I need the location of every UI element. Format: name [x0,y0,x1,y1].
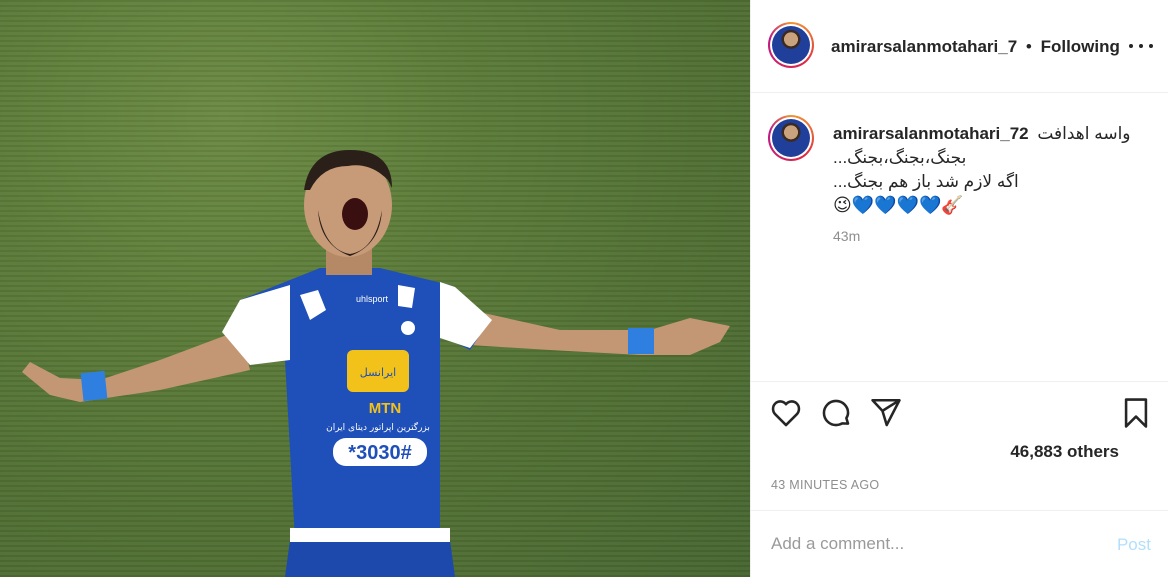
author-username[interactable]: amirarsalanmotahari_7 [831,37,1017,56]
caption-line-3: ...اگه لازم شد باز هم بجنگ [833,172,1019,191]
author-line: amirarsalanmotahari_7 • Following [831,37,1120,57]
comment-bubble-icon[interactable] [819,396,853,430]
jersey-sponsor-top: ایرانسل [360,366,396,379]
comment-input[interactable] [771,533,1091,555]
comment-bar: Post [751,510,1168,577]
jersey-sponsor-sub: بزرگترین اپراتور دیتای ایران [326,421,430,433]
more-options-icon[interactable] [1129,36,1153,56]
post-header: amirarsalanmotahari_7 • Following [751,0,1168,93]
caption-username[interactable]: amirarsalanmotahari_72 [833,124,1029,143]
caption-line-2: ...بجنگ،بجنگ،بجنگ [833,148,967,167]
jersey-sponsor-mtn: MTN [369,400,402,417]
post-side-panel: amirarsalanmotahari_7 • Following amirar… [750,0,1168,577]
like-heart-icon[interactable] [769,396,803,430]
post-timestamp[interactable]: 43 MINUTES AGO [771,478,879,492]
caption-line-4: 😉💙💙💙💙🎸 [833,195,964,216]
share-send-icon[interactable] [869,396,903,430]
jersey-brand: uhlsport [356,294,389,304]
post-comment-button[interactable]: Post [1117,535,1151,555]
jersey-sponsor-code: *3030# [348,442,411,464]
caption-avatar[interactable] [768,115,814,161]
following-button[interactable]: Following [1041,37,1120,56]
player-illustration: ایرانسل MTN بزرگترین اپراتور دیتای ایران… [22,150,730,577]
caption-text: amirarsalanmotahari_72 واسه اهدافت ...بج… [833,122,1153,218]
separator-dot: • [1025,37,1032,56]
author-avatar[interactable] [768,22,814,68]
save-bookmark-icon[interactable] [1119,396,1153,430]
caption-line-1: واسه اهدافت [1037,124,1131,143]
caption-section: amirarsalanmotahari_72 واسه اهدافت ...بج… [751,93,1168,382]
likes-count[interactable]: 46,883 others [1010,442,1119,462]
caption-time[interactable]: 43m [833,228,860,244]
actions-section: 46,883 others 43 MINUTES AGO [751,382,1168,502]
post-photo[interactable]: ایرانسل MTN بزرگترین اپراتور دیتای ایران… [0,0,750,577]
